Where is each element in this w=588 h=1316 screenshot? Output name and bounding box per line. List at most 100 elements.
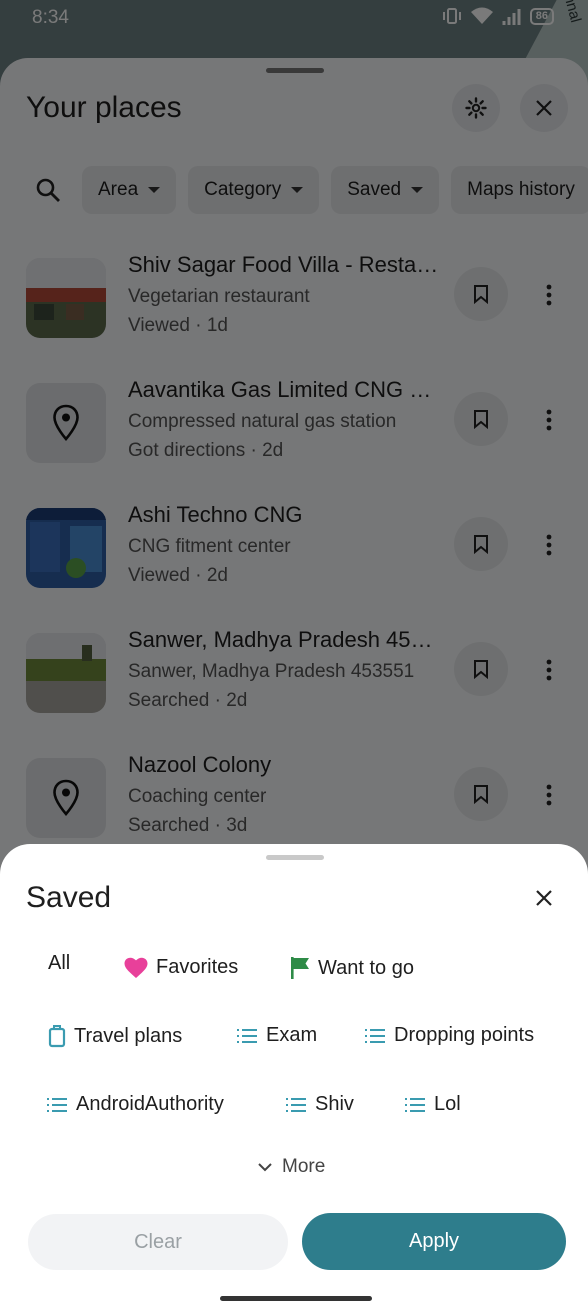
sheet-title: Saved <box>26 881 112 914</box>
place-category: Sanwer, Madhya Pradesh 453551 <box>128 661 415 682</box>
place-category: Coaching center <box>128 786 267 807</box>
more-options-button[interactable] <box>532 648 566 692</box>
location-pin-icon <box>53 779 79 816</box>
more-vertical-icon <box>546 409 552 431</box>
list-icon <box>365 1028 385 1043</box>
list-item[interactable]: Shiv Sagar Food Villa - Restaurant Veget… <box>0 238 588 358</box>
drag-handle[interactable] <box>266 68 324 73</box>
drag-handle[interactable] <box>266 855 324 860</box>
save-place-button[interactable] <box>454 267 508 321</box>
list-item[interactable]: Nazool Colony Coaching center Searched ·… <box>0 738 588 858</box>
list-option-label: Want to go <box>318 956 414 979</box>
list-item[interactable]: Aavantika Gas Limited CNG Station Compre… <box>0 363 588 483</box>
caret-down-icon <box>411 187 424 193</box>
place-photo <box>26 508 106 588</box>
list-option-label: Dropping points <box>394 1024 535 1046</box>
list-option-travel-plans[interactable]: Travel plans <box>48 1024 182 1048</box>
close-sheet-button[interactable] <box>526 880 562 916</box>
list-option-label: All <box>48 952 71 974</box>
list-option-label: Shiv <box>315 1093 354 1115</box>
list-item[interactable]: Ashi Techno CNG CNG fitment center Viewe… <box>0 488 588 608</box>
filter-saved[interactable]: Saved <box>331 166 440 214</box>
heart-icon <box>124 957 148 978</box>
list-option-label: AndroidAuthority <box>76 1093 224 1115</box>
apply-button[interactable]: Apply <box>302 1213 566 1270</box>
saved-filter-sheet: Saved All Favorites Want to go Travel pl… <box>0 844 588 1316</box>
settings-button[interactable] <box>452 84 500 132</box>
filter-category[interactable]: Category <box>188 166 320 214</box>
list-option-favorites[interactable]: Favorites <box>124 956 238 979</box>
more-vertical-icon <box>546 659 552 681</box>
place-category: Compressed natural gas station <box>128 411 397 432</box>
filter-area[interactable]: Area <box>82 166 177 214</box>
list-icon <box>47 1097 67 1112</box>
more-options-button[interactable] <box>532 523 566 567</box>
bookmark-icon <box>474 410 488 429</box>
vibrate-icon <box>442 8 461 24</box>
search-button[interactable] <box>26 166 70 214</box>
close-icon <box>536 100 552 116</box>
place-name: Aavantika Gas Limited CNG Station <box>128 377 444 402</box>
list-option-label: Travel plans <box>74 1024 183 1047</box>
save-place-button[interactable] <box>454 517 508 571</box>
save-place-button[interactable] <box>454 767 508 821</box>
list-icon <box>405 1097 425 1112</box>
battery-indicator: 86 <box>529 7 554 25</box>
place-activity: Searched · 3d <box>128 815 248 836</box>
bookmark-icon <box>474 535 488 554</box>
filter-maps-history[interactable]: Maps history <box>451 166 588 214</box>
list-option-dropping-points[interactable]: Dropping points <box>364 1024 534 1047</box>
gesture-nav-handle[interactable] <box>220 1296 372 1301</box>
close-icon <box>536 890 552 906</box>
place-thumbnail <box>26 758 106 838</box>
place-activity: Viewed · 2d <box>128 565 228 586</box>
flag-icon <box>291 957 309 979</box>
save-place-button[interactable] <box>454 392 508 446</box>
place-name: Shiv Sagar Food Villa - Restaurant <box>128 252 444 277</box>
list-option-label: Lol <box>434 1093 461 1115</box>
more-button[interactable]: More <box>258 1156 325 1178</box>
bookmark-icon <box>474 285 488 304</box>
list-option-label: Favorites <box>156 956 239 978</box>
place-name: Nazool Colony <box>128 752 272 777</box>
more-options-button[interactable] <box>532 773 566 817</box>
list-icon <box>286 1097 306 1112</box>
search-icon <box>36 178 60 202</box>
place-thumbnail <box>26 383 106 463</box>
more-vertical-icon <box>546 534 552 556</box>
list-option-androidauthority[interactable]: AndroidAuthority <box>46 1093 224 1116</box>
filter-category-label: Category <box>204 179 282 200</box>
close-button[interactable] <box>520 84 568 132</box>
status-icons: 86 <box>442 7 554 25</box>
place-name: Sanwer, Madhya Pradesh 453551 <box>128 627 444 652</box>
status-time: 8:34 <box>32 7 69 28</box>
list-option-shiv[interactable]: Shiv <box>285 1093 354 1116</box>
location-pin-icon <box>53 404 79 441</box>
clear-button[interactable]: Clear <box>28 1214 288 1270</box>
list-option-all[interactable]: All <box>48 952 70 975</box>
more-label: More <box>282 1156 326 1177</box>
more-options-button[interactable] <box>532 273 566 317</box>
list-option-label: Exam <box>266 1024 318 1046</box>
filter-bar: Area Category Saved Maps history <box>26 166 588 214</box>
list-option-want-to-go[interactable]: Want to go <box>290 956 414 980</box>
bookmark-icon <box>474 785 488 804</box>
more-options-button[interactable] <box>532 398 566 442</box>
filter-history-label: Maps history <box>467 179 575 200</box>
wifi-icon <box>470 7 493 24</box>
list-option-lol[interactable]: Lol <box>404 1093 461 1116</box>
place-photo <box>26 633 106 713</box>
place-activity: Searched · 2d <box>128 690 248 711</box>
status-bar: 8:34 86 <box>0 0 588 36</box>
place-name: Ashi Techno CNG <box>128 502 303 527</box>
filter-area-label: Area <box>98 179 139 200</box>
list-option-exam[interactable]: Exam <box>236 1024 317 1047</box>
caret-down-icon <box>291 187 304 193</box>
place-activity: Got directions · 2d <box>128 440 284 461</box>
chevron-down-icon <box>258 1163 272 1172</box>
list-icon <box>237 1028 257 1043</box>
save-place-button[interactable] <box>454 642 508 696</box>
page-title: Your places <box>26 91 182 124</box>
bookmark-icon <box>474 660 488 679</box>
list-item[interactable]: Sanwer, Madhya Pradesh 453551 Sanwer, Ma… <box>0 613 588 733</box>
